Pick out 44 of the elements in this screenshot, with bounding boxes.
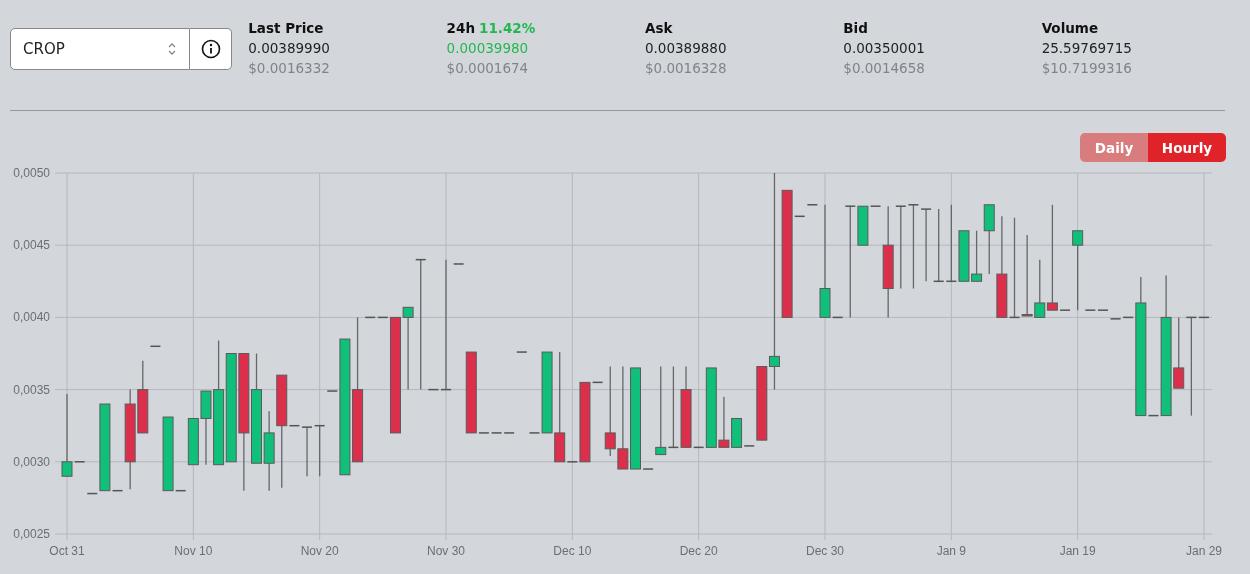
stat-value: 0.00039980	[446, 39, 530, 58]
y-axis-label: 0,0035	[13, 382, 50, 397]
stat-usd-value: $0.0016328	[644, 59, 728, 78]
candle	[971, 230, 983, 282]
stat-usd-value: $0.0001674	[446, 59, 530, 78]
info-button[interactable]	[190, 28, 233, 70]
stat-usd-value: $0.0016332	[248, 59, 331, 78]
stat-change: 11.42%	[479, 19, 536, 38]
candle	[428, 388, 439, 391]
stat-label: Bid	[843, 19, 868, 38]
stat-value: 0.00389990	[248, 39, 331, 58]
chevron-up-down-icon	[167, 41, 178, 57]
x-axis-label: Nov 10	[174, 544, 213, 558]
x-axis-label: Jan 29	[1186, 544, 1222, 558]
stat-label: Last Price	[248, 19, 324, 38]
info-icon	[200, 39, 221, 59]
stat-value: 0.00350001	[843, 39, 926, 58]
candle	[302, 426, 313, 477]
candle	[1199, 316, 1209, 319]
stat-usd-value: $10.7199316	[1041, 59, 1133, 78]
y-axis-label: 0,0025	[13, 527, 50, 541]
stat-label: 24h	[446, 19, 475, 38]
stat-label: Ask	[644, 19, 673, 38]
coin-select[interactable]: CROP	[10, 28, 191, 70]
stat-usd-value: $0.0014658	[843, 59, 926, 78]
candle	[314, 424, 325, 477]
interval-tab[interactable]: Daily	[1080, 133, 1148, 162]
x-axis-label: Nov 30	[427, 544, 465, 558]
stat-value: 0.00389880	[644, 39, 728, 58]
x-axis-label: Jan 19	[1059, 544, 1096, 558]
interval-tab[interactable]: Hourly	[1148, 133, 1226, 162]
x-axis-label: Nov 20	[300, 544, 339, 558]
candle	[150, 345, 161, 348]
y-axis-label: 0,0045	[13, 238, 50, 253]
x-axis-label: Oct 31	[49, 544, 85, 558]
x-axis-label: Dec 20	[679, 544, 718, 558]
y-axis-label: 0,0050	[13, 166, 50, 180]
stat-label: Volume	[1041, 19, 1099, 38]
x-axis-label: Dec 30	[806, 544, 844, 558]
y-axis-label: 0,0040	[13, 310, 50, 325]
stat-value: 25.59769715	[1041, 39, 1133, 58]
x-axis-label: Jan 9	[936, 544, 966, 558]
x-axis-label: Dec 10	[553, 544, 592, 558]
y-axis-label: 0,0030	[13, 454, 50, 469]
